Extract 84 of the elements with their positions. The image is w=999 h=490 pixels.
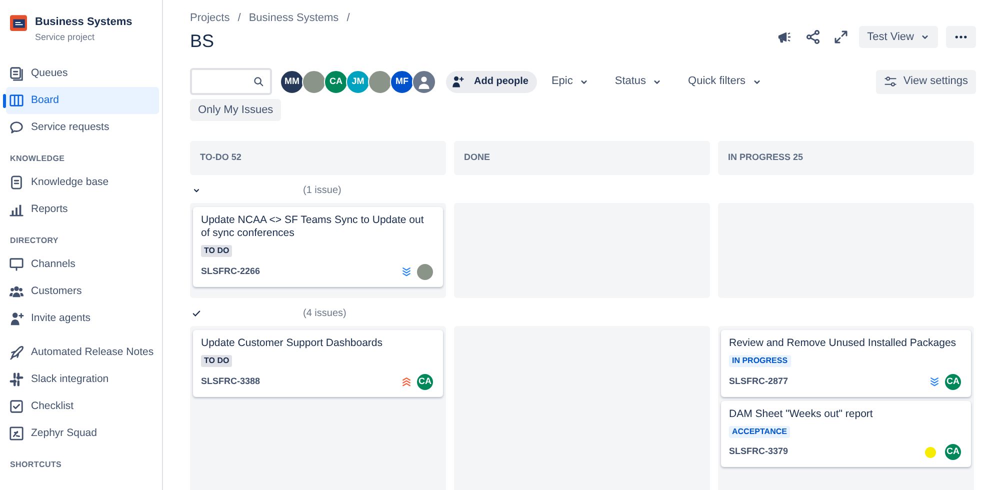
issue-card[interactable]: Review and Remove Unused Installed Packages IN PROGRESS SLSFRC-2877 CA — [721, 330, 971, 397]
grid-icon — [9, 372, 24, 387]
status-lozenge: TO DO — [201, 355, 232, 368]
column-header: TO-DO 52 — [190, 141, 446, 176]
sidebar-item[interactable]: Zephyr Squad — [6, 420, 159, 447]
filter-dropdown[interactable]: Status — [608, 70, 668, 94]
expand-icon — [833, 29, 850, 45]
issue-card[interactable]: Update Customer Support Dashboards TO DO SLSFRC-3388 CA — [193, 330, 443, 397]
breadcrumb-link[interactable]: Projects — [190, 10, 230, 26]
issue-card[interactable]: DAM Sheet "Weeks out" report ACCEPTANCE SLSFRC-3379 CA — [721, 400, 971, 468]
breadcrumb-separator: / — [346, 11, 350, 26]
add-people-button[interactable]: Add people — [446, 70, 538, 93]
sidebar-item[interactable]: Queues — [6, 60, 159, 87]
filter-dropdown[interactable]: Epic — [545, 70, 595, 94]
sidebar-item[interactable]: Checklist — [6, 393, 159, 420]
double-chevron-down-icon — [401, 266, 412, 278]
more-button[interactable] — [946, 26, 976, 48]
bar-chart-icon — [9, 202, 24, 217]
status-lozenge: TO DO — [201, 245, 232, 258]
avatar-silhouette[interactable] — [412, 70, 436, 94]
sidebar-item[interactable]: Knowledge base — [6, 169, 159, 196]
issue-count: (4 issues) — [303, 306, 346, 321]
issue-key: SLSFRC-3379 — [729, 445, 788, 459]
sidebar-item[interactable]: Channels — [6, 251, 159, 278]
issue-title: Review and Remove Unused Installed Packages — [729, 337, 958, 350]
sidebar-item[interactable]: Slack integration — [6, 366, 159, 393]
avatar: CA — [944, 372, 962, 391]
double-chevron-up-icon — [401, 376, 412, 388]
speech-bubble-icon — [9, 120, 24, 135]
photo-placeholder[interactable] — [302, 70, 326, 94]
breadcrumb-link[interactable]: Business Systems — [248, 10, 339, 26]
avatar[interactable]: CA — [324, 70, 348, 94]
people-icon — [9, 284, 24, 299]
sidebar-item[interactable]: Board — [6, 87, 159, 114]
sidebar-item[interactable]: Reports — [6, 196, 159, 223]
breadcrumb-separator: / — [238, 11, 241, 26]
status-lozenge: IN PROGRESS — [729, 355, 791, 368]
sidebar-item[interactable]: Customers — [6, 278, 159, 305]
issue-key: SLSFRC-2877 — [729, 374, 788, 388]
issue-card[interactable]: Update NCAA <> SF Teams Sync to Update out of sync conferences TO DO SLSFRC-2266 — [193, 207, 443, 287]
rocket-icon — [9, 345, 24, 360]
filter-dropdown[interactable]: Quick filters — [682, 70, 768, 94]
avatar[interactable]: MM — [280, 70, 304, 94]
photo-placeholder — [416, 262, 434, 281]
sidebar-item[interactable]: Invite agents — [6, 305, 159, 332]
person-silhouette-icon — [417, 74, 431, 89]
monitor-icon — [9, 257, 24, 272]
section-heading: KNOWLEDGE — [9, 153, 66, 165]
project-type: Service project — [35, 30, 96, 44]
avatar[interactable]: MF — [390, 70, 414, 94]
sliders-icon — [884, 75, 898, 88]
project-name: Business Systems — [35, 15, 132, 30]
sidebar-item[interactable]: Automated Release Notes — [6, 339, 159, 366]
avatar: CA — [416, 372, 434, 391]
column-header: DONE — [454, 141, 710, 176]
status-lozenge: ACCEPTANCE — [729, 426, 790, 438]
section-heading: SHORTCUTS — [9, 459, 63, 471]
photo-placeholder[interactable] — [368, 70, 392, 94]
project-logo-icon — [10, 14, 27, 31]
issue-title: Update NCAA <> SF Teams Sync to Update out of sync conferences — [201, 214, 425, 240]
sidebar-item[interactable]: Service requests — [6, 114, 159, 141]
issue-key: SLSFRC-3388 — [201, 374, 260, 388]
search-field[interactable] — [190, 68, 272, 96]
share-icon — [805, 29, 822, 45]
view-dropdown[interactable]: Test View — [859, 26, 938, 48]
view-settings-button[interactable]: View settings — [876, 70, 976, 94]
issue-title: DAM Sheet "Weeks out" report — [729, 408, 874, 421]
checkmark-icon — [192, 308, 201, 318]
avatar: CA — [944, 443, 962, 462]
issue-count: (1 issue) — [303, 184, 342, 198]
document-icon — [9, 175, 24, 190]
person-add-icon — [9, 311, 24, 326]
page-title: BS — [190, 30, 216, 52]
column-header: IN PROGRESS 25 — [718, 141, 974, 176]
double-chevron-down-icon — [929, 376, 940, 388]
search-icon — [253, 76, 264, 88]
issue-title: Update Customer Support Dashboards — [201, 337, 384, 350]
section-heading: DIRECTORY — [9, 235, 60, 247]
quick-filter-toggle[interactable]: Only My Issues — [190, 99, 282, 122]
checkbox-icon — [9, 399, 24, 414]
issue-key: SLSFRC-2266 — [201, 264, 260, 278]
document-stack-icon — [9, 66, 24, 81]
person-add-icon — [450, 75, 464, 88]
columns-icon — [9, 93, 24, 108]
